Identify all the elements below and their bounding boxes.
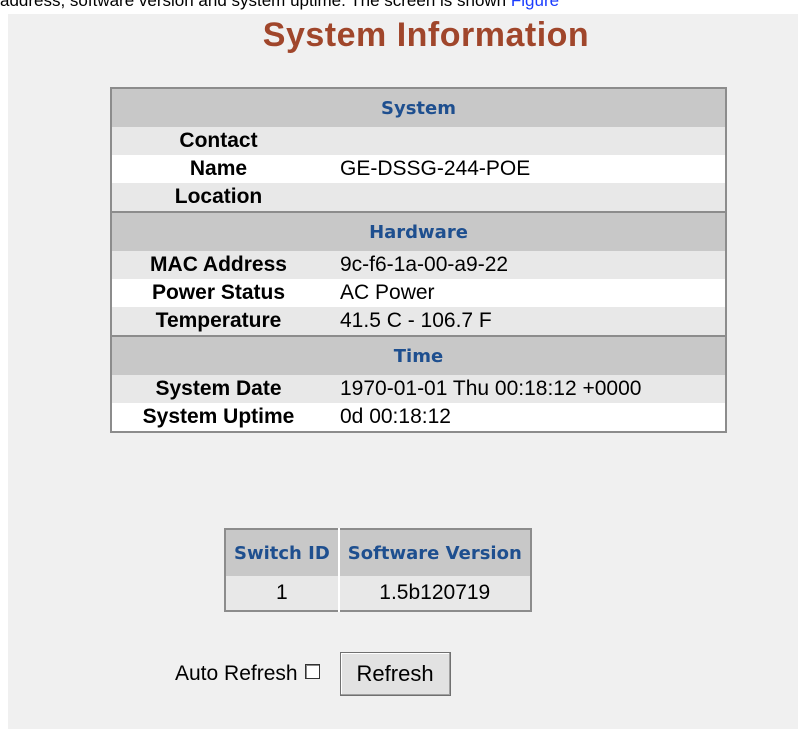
refresh-controls: Auto Refresh Refresh <box>175 652 451 696</box>
software-version-header: Software Version <box>338 529 531 576</box>
table-row: System Uptime 0d 00:18:12 <box>111 403 726 432</box>
temperature-value: 41.5 C - 106.7 F <box>325 307 726 336</box>
name-value: GE-DSSG-244-POE <box>325 155 726 183</box>
table-row: Temperature 41.5 C - 106.7 F <box>111 307 726 336</box>
table-row: Location <box>111 183 726 212</box>
switch-id-header: Switch ID <box>225 529 340 576</box>
name-label: Name <box>111 155 325 183</box>
table-row: MAC Address 9c-f6-1a-00-a9-22 <box>111 251 726 279</box>
section-header-system: System <box>111 87 726 127</box>
temperature-label: Temperature <box>111 307 325 336</box>
location-label: Location <box>111 183 325 212</box>
auto-refresh-label: Auto Refresh <box>175 662 298 685</box>
page-title: System Information <box>262 16 590 54</box>
system-uptime-label: System Uptime <box>111 403 325 432</box>
mac-address-label: MAC Address <box>111 251 325 279</box>
table-row: Name GE-DSSG-244-POE <box>111 155 726 183</box>
system-date-value: 1970-01-01 Thu 00:18:12 +0000 <box>325 375 726 403</box>
figure-link[interactable]: Figure <box>511 0 559 10</box>
section-header-hardware: Hardware <box>111 211 726 251</box>
auto-refresh-checkbox[interactable] <box>304 663 320 679</box>
power-status-value: AC Power <box>325 279 726 307</box>
contact-value <box>325 127 726 155</box>
switch-id-value: 1 <box>225 576 340 611</box>
table-row: Contact <box>111 127 726 155</box>
intro-text: address, software version and system upt… <box>0 0 806 11</box>
refresh-button[interactable]: Refresh <box>339 652 451 696</box>
location-value <box>325 183 726 212</box>
system-date-label: System Date <box>111 375 325 403</box>
table-row: 1 1.5b120719 <box>225 576 531 611</box>
software-version-table: Switch ID Software Version 1 1.5b120719 <box>224 528 532 612</box>
mac-address-value: 9c-f6-1a-00-a9-22 <box>325 251 726 279</box>
section-header-time: Time <box>111 335 726 375</box>
table-row: Power Status AC Power <box>111 279 726 307</box>
table-row: System Date 1970-01-01 Thu 00:18:12 +000… <box>111 375 726 403</box>
system-uptime-value: 0d 00:18:12 <box>325 403 726 432</box>
contact-label: Contact <box>111 127 325 155</box>
power-status-label: Power Status <box>111 279 325 307</box>
system-information-table: System Contact Name GE-DSSG-244-POE Loca… <box>110 87 727 433</box>
software-version-value: 1.5b120719 <box>338 576 531 611</box>
intro-sentence: address, software version and system upt… <box>0 0 511 10</box>
